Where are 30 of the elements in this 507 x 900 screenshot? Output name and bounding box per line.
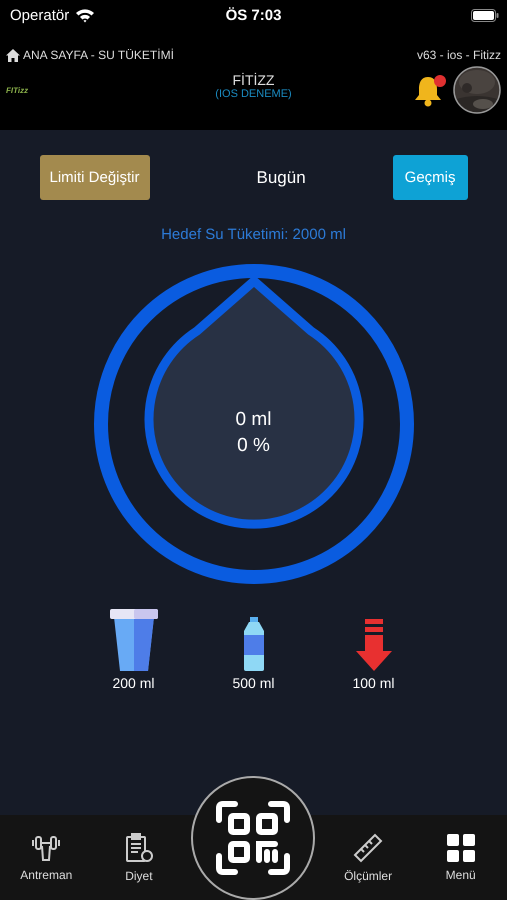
status-time: ÖS 7:03 — [226, 6, 282, 24]
clipboard-icon — [124, 832, 154, 862]
goal-label: Hedef Su Tüketimi: 2000 ml — [161, 226, 346, 243]
tab-button[interactable]: Menü — [420, 832, 501, 882]
amount-label: 200 ml — [112, 675, 155, 691]
qr-code-icon — [215, 800, 292, 876]
amount-value: 0 ml — [236, 408, 272, 432]
percent-value: 0 % — [237, 434, 270, 458]
day-label: Bugün — [256, 168, 306, 188]
bell-icon[interactable] — [413, 73, 449, 107]
app-logo: FITizz — [6, 86, 28, 94]
ruler-icon — [353, 832, 384, 862]
version-label: v63 - ios - Fitizz — [416, 48, 501, 62]
battery-icon — [471, 8, 499, 22]
wifi-icon — [75, 8, 96, 22]
down-arrow-icon[interactable] — [356, 619, 392, 671]
app-title: FİTİZZ — [232, 72, 274, 88]
home-icon[interactable] — [6, 48, 20, 62]
amount-label: 100 ml — [352, 675, 395, 691]
dumbbell-icon — [31, 834, 62, 862]
tab-button[interactable]: Diyet — [98, 832, 179, 884]
tab-button[interactable]: Ölçümler — [328, 832, 408, 884]
cup-icon[interactable] — [110, 609, 158, 671]
water-bottle-icon[interactable] — [242, 617, 264, 671]
carrier-name: Operatör — [10, 6, 70, 24]
grid-icon — [446, 834, 475, 862]
breadcrumb: ANA SAYFA - SU TÜKETİMİ — [23, 48, 174, 62]
app-subtitle: (IOS DENEME) — [215, 88, 292, 100]
amount-label: 500 ml — [232, 675, 275, 691]
tab-button[interactable]: Antreman — [6, 832, 86, 882]
